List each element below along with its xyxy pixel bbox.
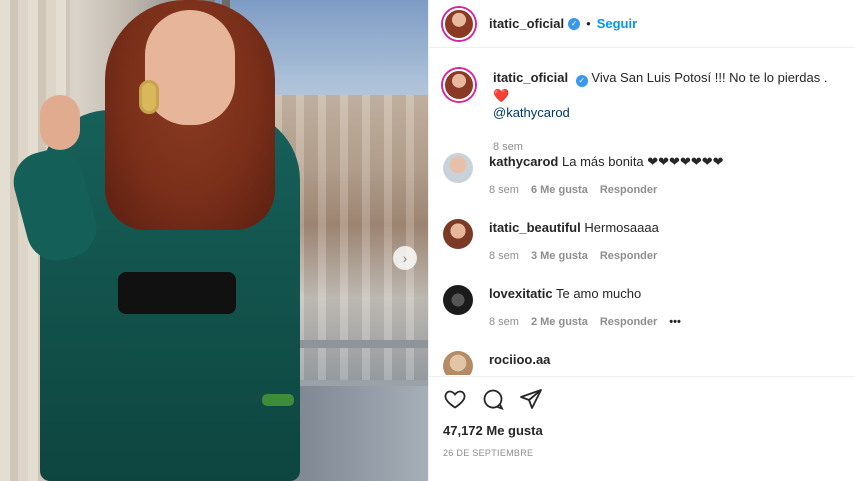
comment-text: Hermosaaaa: [584, 220, 659, 235]
photo-railing-lower: [290, 380, 428, 386]
photo-earring: [139, 80, 159, 114]
photo-railing: [290, 340, 428, 348]
comment-body: rociioo.aa: [489, 351, 550, 375]
share-icon[interactable]: [519, 387, 543, 411]
comment-meta: 8 sem 2 Me gusta Responder •••: [489, 314, 681, 331]
verified-icon: ✓: [575, 75, 588, 87]
chevron-right-icon: ›: [402, 250, 408, 266]
comment-avatar[interactable]: [443, 351, 473, 375]
caption-row: itatic_oficial ✓ Viva San Luis Potosí !!…: [443, 69, 843, 156]
comments-list[interactable]: itatic_oficial ✓ Viva San Luis Potosí !!…: [429, 49, 855, 375]
caption-username[interactable]: itatic_oficial: [493, 70, 568, 85]
reply-button[interactable]: Responder: [600, 182, 657, 199]
comment-likes[interactable]: 3 Me gusta: [531, 248, 588, 265]
comment-username[interactable]: rociioo.aa: [489, 352, 550, 367]
comment-time[interactable]: 8 sem: [489, 248, 519, 265]
reply-button[interactable]: Responder: [600, 314, 657, 331]
caption-mention[interactable]: @kathycarod: [493, 104, 843, 121]
comment-row: itatic_beautiful Hermosaaaa 8 sem 3 Me g…: [443, 219, 843, 265]
post-date[interactable]: 26 DE SEPTIEMBRE: [429, 448, 855, 458]
photo-bracelet: [262, 394, 294, 406]
follow-button[interactable]: Seguir: [597, 16, 637, 31]
author-avatar[interactable]: [443, 7, 475, 40]
comment-time[interactable]: 8 sem: [489, 314, 519, 331]
comment-body: itatic_beautiful Hermosaaaa 8 sem 3 Me g…: [489, 219, 659, 265]
comment-avatar[interactable]: [443, 219, 473, 249]
more-options-button[interactable]: •••: [669, 314, 681, 331]
likes-count[interactable]: 47,172 Me gusta: [429, 423, 855, 438]
separator-dot: •: [586, 16, 591, 31]
comment-avatar[interactable]: [443, 285, 473, 315]
comment-text: Te amo mucho: [555, 286, 642, 301]
author-username[interactable]: itatic_oficial: [489, 16, 564, 31]
comment-body: kathycarod La más bonita ❤❤❤❤❤❤❤ 8 sem 6…: [489, 153, 724, 199]
comment-row: kathycarod La más bonita ❤❤❤❤❤❤❤ 8 sem 6…: [443, 153, 843, 199]
caption-body: itatic_oficial ✓ Viva San Luis Potosí !!…: [493, 69, 843, 156]
post-photo[interactable]: ›: [0, 0, 428, 481]
post-header: itatic_oficial ✓ • Seguir: [429, 0, 855, 48]
comment-body: lovexitatic Te amo mucho 8 sem 2 Me gust…: [489, 285, 681, 331]
comment-username[interactable]: itatic_beautiful: [489, 220, 581, 235]
comment-icon[interactable]: [481, 387, 505, 411]
photo-belt: [118, 272, 236, 314]
comment-row: rociioo.aa: [443, 351, 843, 375]
post-panel: itatic_oficial ✓ • Seguir itatic_oficial…: [428, 0, 855, 481]
photo-figure-hand: [40, 95, 80, 150]
comment-avatar[interactable]: [443, 153, 473, 183]
comment-meta: 8 sem 6 Me gusta Responder: [489, 182, 724, 199]
post-actions: 47,172 Me gusta 26 DE SEPTIEMBRE: [429, 376, 855, 481]
reply-button[interactable]: Responder: [600, 248, 657, 265]
comment-row: lovexitatic Te amo mucho 8 sem 2 Me gust…: [443, 285, 843, 331]
heart-icon[interactable]: [443, 387, 467, 411]
action-icons: [429, 377, 855, 421]
comment-meta: 8 sem 3 Me gusta Responder: [489, 248, 659, 265]
comment-username[interactable]: lovexitatic: [489, 286, 553, 301]
comment-text: La más bonita ❤❤❤❤❤❤❤: [562, 154, 724, 169]
comment-time[interactable]: 8 sem: [489, 182, 519, 199]
comment-likes[interactable]: 2 Me gusta: [531, 314, 588, 331]
comment-username[interactable]: kathycarod: [489, 154, 558, 169]
photo-figure-face: [145, 10, 235, 125]
next-photo-button[interactable]: ›: [393, 246, 417, 270]
verified-icon: ✓: [568, 17, 581, 30]
caption-avatar[interactable]: [443, 69, 475, 101]
comment-likes[interactable]: 6 Me gusta: [531, 182, 588, 199]
